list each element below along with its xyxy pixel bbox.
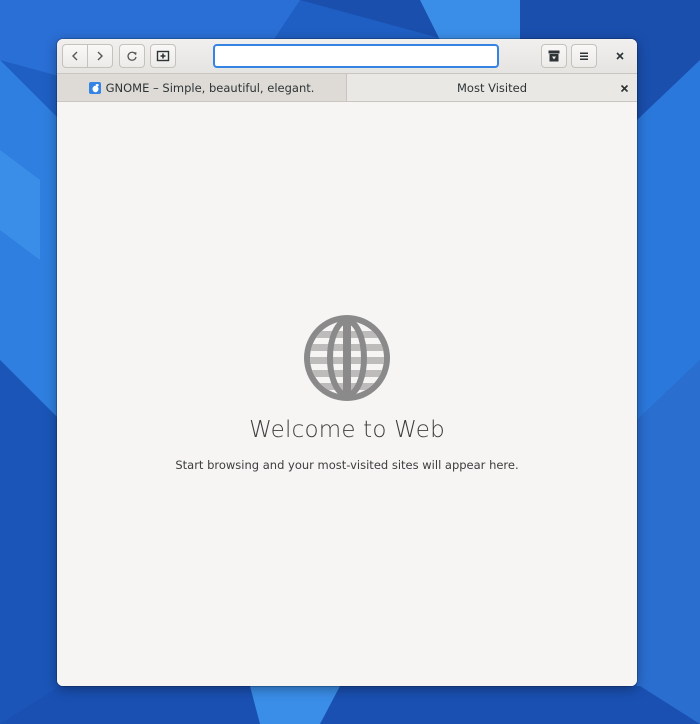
browser-window: GNOME – Simple, beautiful, elegant. Most… [57,39,637,686]
tab-label: Most Visited [457,80,527,95]
url-input[interactable] [213,44,499,68]
tab-close-button[interactable] [617,81,631,95]
new-tab-button[interactable] [150,44,176,68]
forward-button[interactable] [87,44,113,68]
go-next-icon [97,51,103,61]
header-bar [57,39,637,74]
close-icon [620,84,628,92]
main-menu-button[interactable] [571,44,597,68]
tab-label: GNOME – Simple, beautiful, elegant. [105,80,315,95]
downloads-button[interactable] [541,44,567,68]
welcome-title: Welcome to Web [249,417,445,443]
back-button[interactable] [62,44,88,68]
go-previous-icon [72,51,78,61]
globe-icon [304,315,390,401]
new-tab-icon [156,50,170,62]
tab-most-visited[interactable]: Most Visited [347,74,637,101]
reload-icon [127,51,137,61]
close-icon [616,52,624,60]
welcome-subtitle: Start browsing and your most-visited sit… [175,458,519,472]
window-close-button[interactable] [610,46,630,66]
most-visited-page: Welcome to Web Start browsing and your m… [57,102,637,686]
tab-bar: GNOME – Simple, beautiful, elegant. Most… [57,74,637,102]
navigation-buttons [62,44,114,68]
gnome-favicon-icon [88,81,101,94]
hamburger-menu-icon [580,52,588,60]
reload-button[interactable] [119,44,145,68]
tab-gnome[interactable]: GNOME – Simple, beautiful, elegant. [57,74,347,101]
downloads-icon [548,50,560,62]
